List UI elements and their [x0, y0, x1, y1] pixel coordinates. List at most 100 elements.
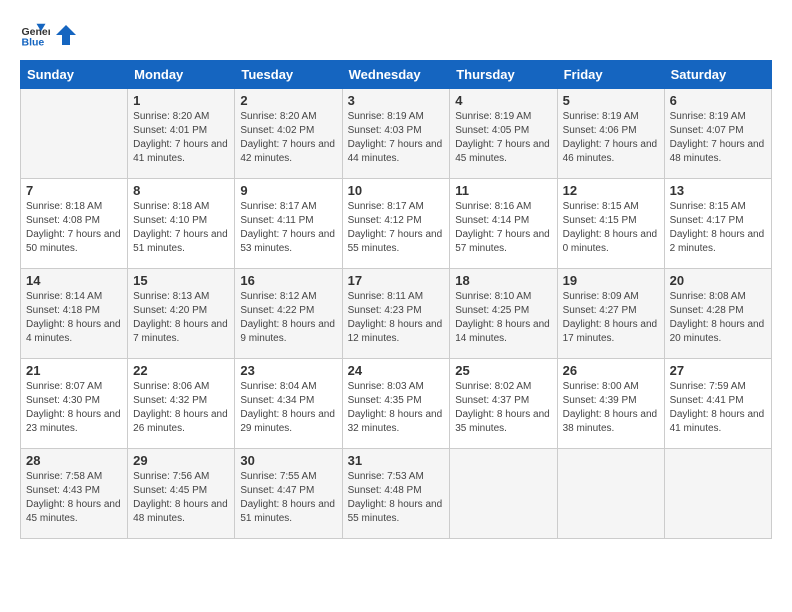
day-info: Sunrise: 8:15 AMSunset: 4:17 PMDaylight:…	[670, 200, 766, 256]
sunrise-text: Sunrise: 8:17 AM	[240, 200, 336, 214]
calendar-cell: 12Sunrise: 8:15 AMSunset: 4:15 PMDayligh…	[557, 179, 664, 269]
day-number: 15	[133, 273, 229, 288]
day-info: Sunrise: 8:19 AMSunset: 4:06 PMDaylight:…	[563, 110, 659, 166]
day-number: 14	[26, 273, 122, 288]
calendar-cell: 31 Sunrise: 7:53 AMSunset: 4:48 PMDayligh…	[342, 449, 450, 539]
calendar-cell: 7Sunrise: 8:18 AMSunset: 4:08 PMDaylight…	[21, 179, 128, 269]
calendar-cell: 24Sunrise: 8:03 AMSunset: 4:35 PMDayligh…	[342, 359, 450, 449]
calendar-cell: 15Sunrise: 8:13 AMSunset: 4:20 PMDayligh…	[128, 269, 235, 359]
sunset-text: Sunset: 4:17 PM	[670, 214, 766, 228]
days-header-row: SundayMondayTuesdayWednesdayThursdayFrid…	[21, 61, 772, 89]
calendar-cell: 27Sunrise: 7:59 AMSunset: 4:41 PMDayligh…	[664, 359, 771, 449]
day-header-saturday: Saturday	[664, 61, 771, 89]
day-number: 30	[240, 453, 336, 468]
sunset-text: Sunset: 4:06 PM	[563, 124, 659, 138]
calendar-cell: 21Sunrise: 8:07 AMSunset: 4:30 PMDayligh…	[21, 359, 128, 449]
day-info: Sunrise: 8:18 AMSunset: 4:10 PMDaylight:…	[133, 200, 229, 256]
sunset-text: Sunset: 4:25 PM	[455, 304, 551, 318]
day-info: Sunrise: 8:20 AMSunset: 4:01 PMDaylight:…	[133, 110, 229, 166]
day-info: Sunrise: 8:14 AMSunset: 4:18 PMDaylight:…	[26, 290, 122, 346]
daylight-text: Daylight: 8 hours and 9 minutes.	[240, 318, 336, 346]
daylight-text: Daylight: 7 hours and 57 minutes.	[455, 228, 551, 256]
calendar-cell: 23Sunrise: 8:04 AMSunset: 4:34 PMDayligh…	[235, 359, 342, 449]
calendar-cell: 2Sunrise: 8:20 AMSunset: 4:02 PMDaylight…	[235, 89, 342, 179]
daylight-text: Daylight: 8 hours and 45 minutes.	[26, 498, 122, 526]
calendar-cell: 8 Sunrise: 8:18 AMSunset: 4:10 PMDaylight…	[128, 179, 235, 269]
sunrise-text: Sunrise: 7:56 AM	[133, 470, 229, 484]
daylight-text: Daylight: 7 hours and 44 minutes.	[348, 138, 445, 166]
sunrise-text: Sunrise: 8:14 AM	[26, 290, 122, 304]
sunset-text: Sunset: 4:15 PM	[563, 214, 659, 228]
calendar-cell: 16Sunrise: 8:12 AMSunset: 4:22 PMDayligh…	[235, 269, 342, 359]
day-header-monday: Monday	[128, 61, 235, 89]
calendar-cell: 3Sunrise: 8:19 AMSunset: 4:03 PMDaylight…	[342, 89, 450, 179]
sunset-text: Sunset: 4:39 PM	[563, 394, 659, 408]
sunset-text: Sunset: 4:02 PM	[240, 124, 336, 138]
daylight-text: Daylight: 8 hours and 29 minutes.	[240, 408, 336, 436]
sunset-text: Sunset: 4:10 PM	[133, 214, 229, 228]
sunrise-text: Sunrise: 8:15 AM	[670, 200, 766, 214]
day-number: 8	[133, 183, 229, 198]
day-number: 31	[348, 453, 445, 468]
sunrise-text: Sunrise: 7:55 AM	[240, 470, 336, 484]
sunrise-text: Sunrise: 7:58 AM	[26, 470, 122, 484]
sunset-text: Sunset: 4:48 PM	[348, 484, 445, 498]
day-info: Sunrise: 7:53 AMSunset: 4:48 PMDaylight:…	[348, 470, 445, 526]
day-number: 12	[563, 183, 659, 198]
sunrise-text: Sunrise: 8:13 AM	[133, 290, 229, 304]
calendar-cell: 13 Sunrise: 8:15 AMSunset: 4:17 PMDayligh…	[664, 179, 771, 269]
day-number: 5	[563, 93, 659, 108]
calendar-cell: 11Sunrise: 8:16 AMSunset: 4:14 PMDayligh…	[450, 179, 557, 269]
day-info: Sunrise: 8:03 AMSunset: 4:35 PMDaylight:…	[348, 380, 445, 436]
day-number: 10	[348, 183, 445, 198]
sunset-text: Sunset: 4:32 PM	[133, 394, 229, 408]
day-info: Sunrise: 7:56 AMSunset: 4:45 PMDaylight:…	[133, 470, 229, 526]
sunset-text: Sunset: 4:20 PM	[133, 304, 229, 318]
sunrise-text: Sunrise: 8:00 AM	[563, 380, 659, 394]
day-info: Sunrise: 8:09 AMSunset: 4:27 PMDaylight:…	[563, 290, 659, 346]
daylight-text: Daylight: 7 hours and 46 minutes.	[563, 138, 659, 166]
daylight-text: Daylight: 8 hours and 14 minutes.	[455, 318, 551, 346]
calendar-cell: 19 Sunrise: 8:09 AMSunset: 4:27 PMDayligh…	[557, 269, 664, 359]
sunset-text: Sunset: 4:47 PM	[240, 484, 336, 498]
sunrise-text: Sunrise: 8:02 AM	[455, 380, 551, 394]
daylight-text: Daylight: 8 hours and 55 minutes.	[348, 498, 445, 526]
day-number: 25	[455, 363, 551, 378]
day-number: 20	[670, 273, 766, 288]
daylight-text: Daylight: 8 hours and 23 minutes.	[26, 408, 122, 436]
sunset-text: Sunset: 4:43 PM	[26, 484, 122, 498]
daylight-text: Daylight: 7 hours and 42 minutes.	[240, 138, 336, 166]
day-info: Sunrise: 8:12 AMSunset: 4:22 PMDaylight:…	[240, 290, 336, 346]
day-number: 4	[455, 93, 551, 108]
sunset-text: Sunset: 4:14 PM	[455, 214, 551, 228]
daylight-text: Daylight: 7 hours and 45 minutes.	[455, 138, 551, 166]
daylight-text: Daylight: 8 hours and 51 minutes.	[240, 498, 336, 526]
day-header-wednesday: Wednesday	[342, 61, 450, 89]
day-number: 27	[670, 363, 766, 378]
sunset-text: Sunset: 4:22 PM	[240, 304, 336, 318]
sunrise-text: Sunrise: 7:53 AM	[348, 470, 445, 484]
day-number: 13	[670, 183, 766, 198]
day-number: 23	[240, 363, 336, 378]
sunrise-text: Sunrise: 8:20 AM	[240, 110, 336, 124]
day-number: 26	[563, 363, 659, 378]
day-info: Sunrise: 8:19 AMSunset: 4:05 PMDaylight:…	[455, 110, 551, 166]
sunrise-text: Sunrise: 8:04 AM	[240, 380, 336, 394]
day-info: Sunrise: 8:19 AMSunset: 4:07 PMDaylight:…	[670, 110, 766, 166]
sunset-text: Sunset: 4:07 PM	[670, 124, 766, 138]
day-number: 28	[26, 453, 122, 468]
daylight-text: Daylight: 8 hours and 26 minutes.	[133, 408, 229, 436]
sunrise-text: Sunrise: 8:19 AM	[670, 110, 766, 124]
day-number: 18	[455, 273, 551, 288]
calendar-cell: 30 Sunrise: 7:55 AMSunset: 4:47 PMDayligh…	[235, 449, 342, 539]
sunrise-text: Sunrise: 8:19 AM	[563, 110, 659, 124]
day-number: 6	[670, 93, 766, 108]
sunrise-text: Sunrise: 8:19 AM	[348, 110, 445, 124]
svg-text:Blue: Blue	[22, 37, 45, 49]
daylight-text: Daylight: 8 hours and 4 minutes.	[26, 318, 122, 346]
day-number: 19	[563, 273, 659, 288]
sunrise-text: Sunrise: 8:19 AM	[455, 110, 551, 124]
daylight-text: Daylight: 8 hours and 0 minutes.	[563, 228, 659, 256]
day-number: 22	[133, 363, 229, 378]
day-header-sunday: Sunday	[21, 61, 128, 89]
